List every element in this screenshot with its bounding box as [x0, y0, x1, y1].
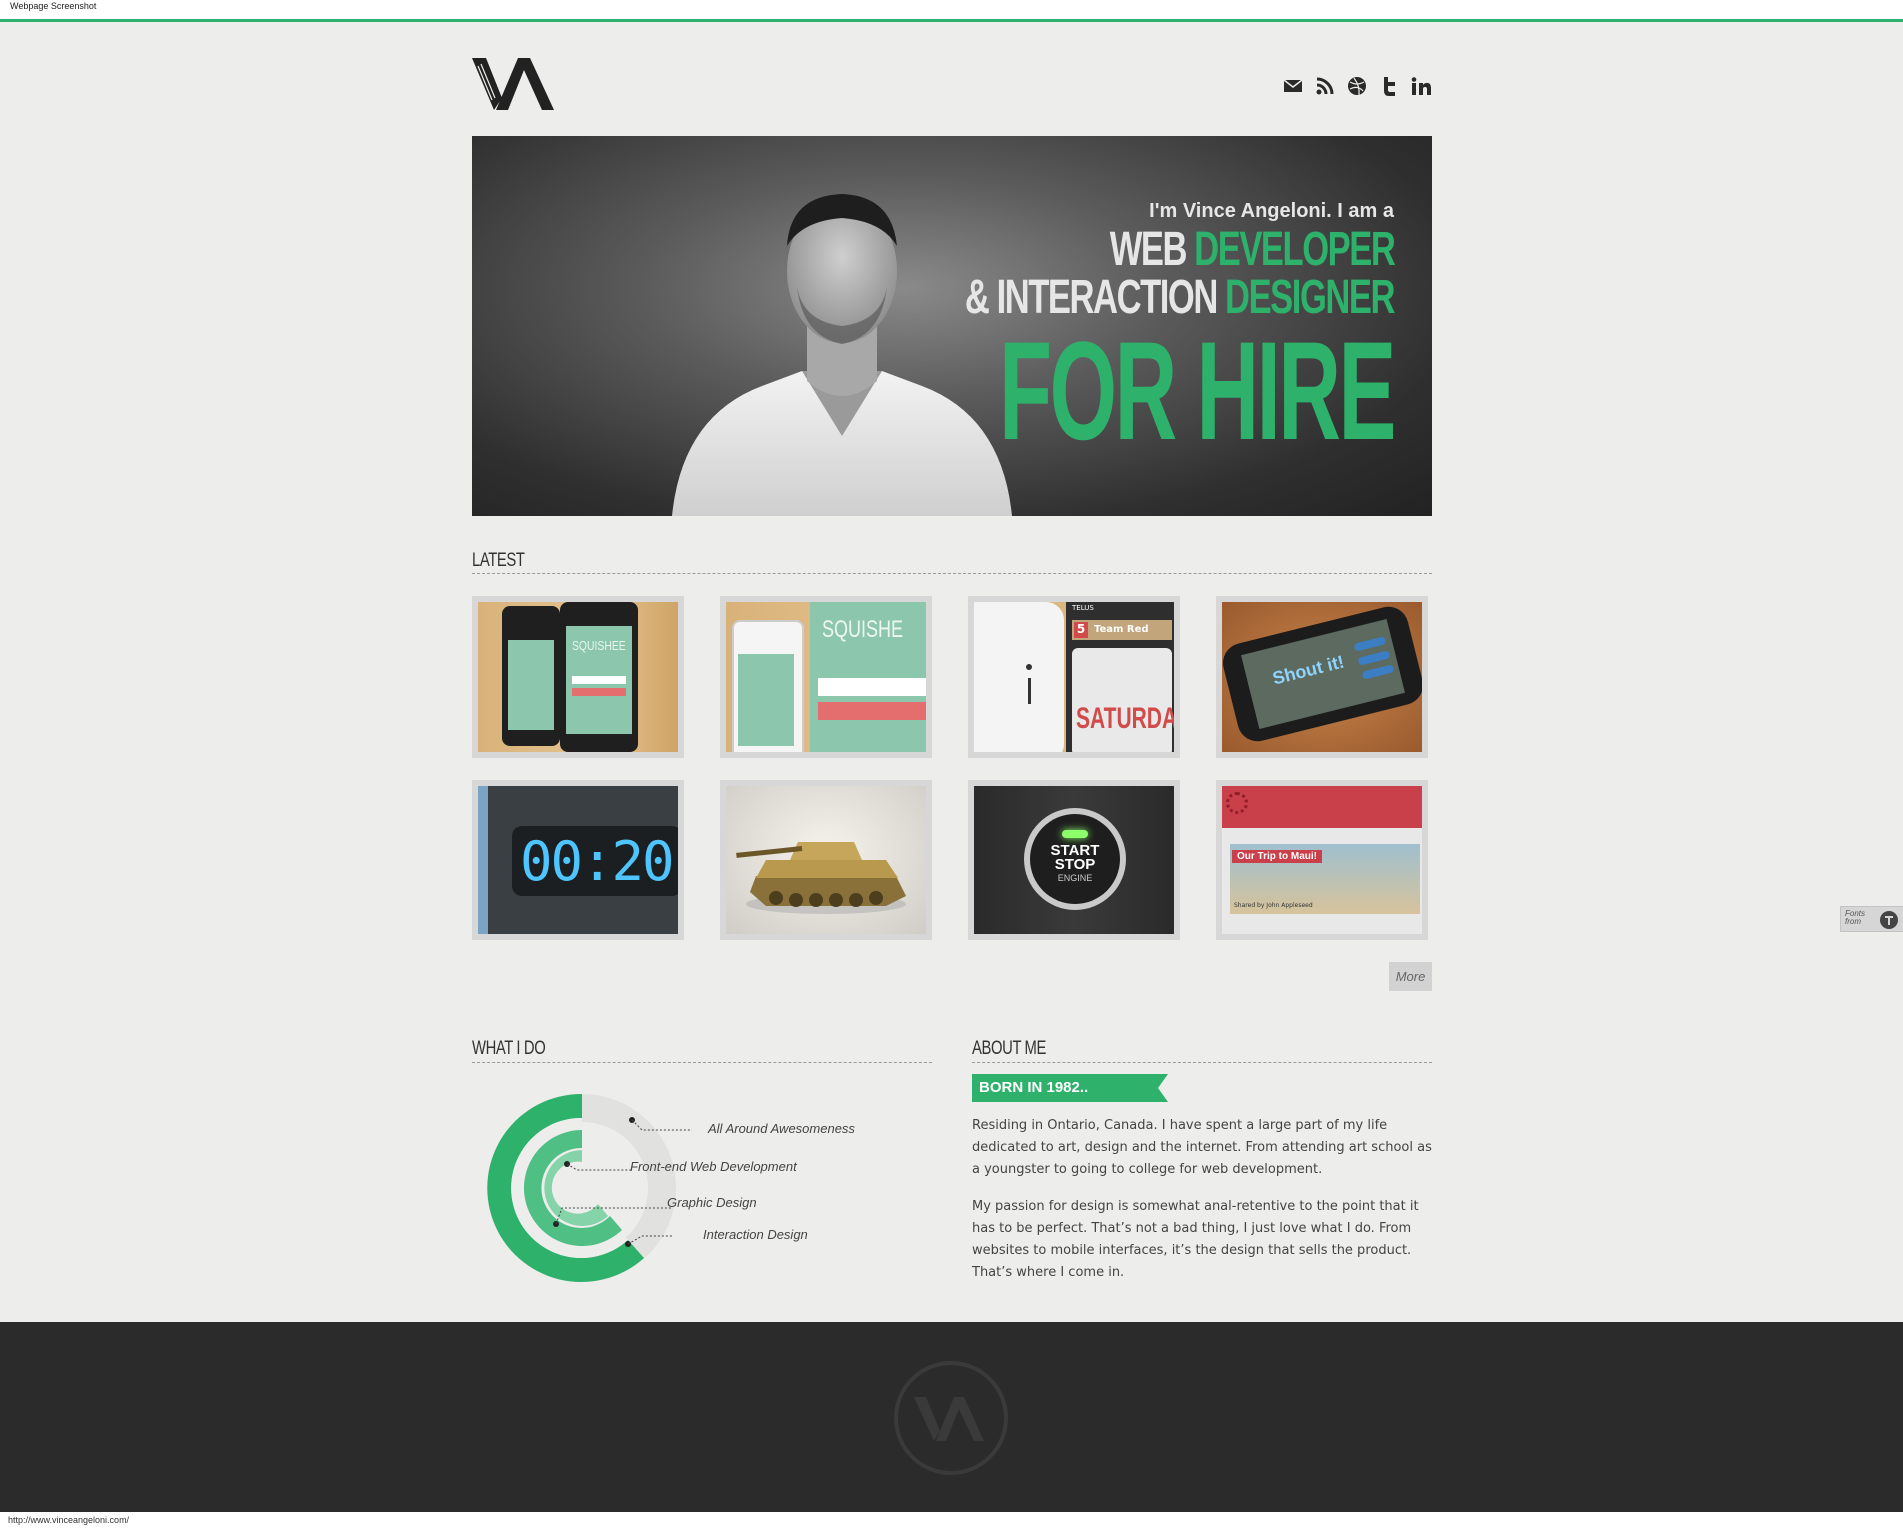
rss-icon[interactable]: [1314, 75, 1336, 97]
window-titlebar: Webpage Screenshot: [0, 0, 1903, 22]
envelope-icon[interactable]: [1282, 75, 1304, 97]
portfolio-thumb-4[interactable]: Shout it!: [1216, 596, 1428, 758]
portfolio-thumb-8[interactable]: Our Trip to Maui! Shared by John Applese…: [1216, 780, 1428, 940]
what-i-do-divider: [472, 1062, 932, 1063]
portfolio-thumb-1[interactable]: SQUISHEE: [472, 596, 684, 758]
status-url: http://www.vinceangeloni.com/: [8, 1515, 130, 1525]
thumb-3-text: Team Red: [1094, 624, 1149, 635]
fonts-badge-line2: from: [1845, 917, 1861, 926]
latest-divider: [472, 573, 1432, 574]
about-me-divider: [972, 1062, 1432, 1063]
born-ribbon-text: BORN IN 1982..: [979, 1079, 1089, 1096]
hero-banner: I'm Vince Angeloni. I am a WEB DEVELOPER…: [472, 136, 1432, 516]
thumb-3-image: TELUS 5 Team Red SATURDA: [974, 602, 1174, 752]
thumb-7-line3: ENGINE: [1057, 873, 1093, 883]
hero-role-1: WEB DEVELOPER: [1109, 223, 1396, 276]
status-bar: http://www.vinceangeloni.com/: [0, 1512, 1903, 1532]
thumb-4-image: Shout it!: [1222, 602, 1422, 752]
dribbble-icon[interactable]: [1346, 75, 1368, 97]
thumb-3-day: SATURDA: [1076, 702, 1174, 735]
skill-label-3: Graphic Design: [667, 1195, 757, 1210]
fonts-badge-text: Fonts from: [1845, 910, 1865, 926]
footer-logo-icon[interactable]: [892, 1359, 1010, 1477]
portfolio-thumb-6[interactable]: [720, 780, 932, 940]
accent-stripe: [0, 19, 1903, 22]
va-logo[interactable]: [472, 52, 558, 112]
what-i-do-heading: WHAT I DO: [472, 1038, 546, 1059]
typekit-icon: [1880, 911, 1898, 929]
thumb-6-image: [726, 786, 926, 934]
thumb-1-text: SQUISHEE: [572, 638, 626, 653]
thumb-2-image: SQUISHE: [726, 602, 926, 752]
footer: [0, 1322, 1903, 1512]
hero-intro: I'm Vince Angeloni. I am a: [1149, 200, 1394, 222]
fonts-badge[interactable]: Fonts from: [1840, 906, 1903, 932]
portfolio-thumb-3[interactable]: TELUS 5 Team Red SATURDA: [968, 596, 1180, 758]
tank-illustration: [736, 842, 906, 914]
more-button[interactable]: More: [1389, 962, 1432, 991]
hero-role-1-green: DEVELOPER: [1193, 223, 1396, 276]
thumb-3-carrier: TELUS: [1072, 604, 1094, 612]
thumb-5-image: 00:20: [478, 786, 678, 934]
thumb-2-text: SQUISHE: [822, 616, 904, 643]
hero-for-hire: FOR HIRE: [999, 312, 1396, 469]
social-links: [1282, 70, 1432, 102]
portfolio-thumb-5[interactable]: 00:20: [472, 780, 684, 940]
latest-heading: LATEST: [472, 550, 525, 571]
about-me-heading: ABOUT ME: [972, 1038, 1047, 1059]
about-paragraph-1: Residing in Ontario, Canada. I have spen…: [972, 1118, 1432, 1177]
portfolio-thumb-7[interactable]: START STOP ENGINE: [968, 780, 1180, 940]
thumb-8-caption: Shared by John Appleseed: [1234, 902, 1313, 909]
linkedin-icon[interactable]: [1410, 75, 1432, 97]
thumb-5-text: 00:20: [520, 830, 675, 893]
thumb-1-image: SQUISHEE: [478, 602, 678, 752]
thumb-7-line2: STOP: [1054, 856, 1096, 873]
about-paragraph-2: My passion for design is somewhat anal-r…: [972, 1199, 1419, 1280]
skill-label-2: Front-end Web Development: [630, 1159, 797, 1174]
thumb-7-image: START STOP ENGINE: [974, 786, 1174, 934]
thumb-8-text: Our Trip to Maui!: [1232, 850, 1322, 863]
hero-role-1-white: WEB: [1109, 223, 1194, 276]
born-ribbon: BORN IN 1982..: [972, 1074, 1168, 1102]
skill-label-1: All Around Awesomeness: [708, 1121, 855, 1136]
portfolio-thumb-2[interactable]: SQUISHE: [720, 596, 932, 758]
thumb-3-number: 5: [1074, 622, 1088, 638]
window-title: Webpage Screenshot: [10, 1, 97, 11]
skills-donut-chart: [487, 1093, 692, 1282]
skill-label-4: Interaction Design: [703, 1227, 808, 1242]
thumb-8-image: Our Trip to Maui! Shared by John Applese…: [1222, 786, 1422, 934]
twitter-icon[interactable]: [1378, 75, 1400, 97]
